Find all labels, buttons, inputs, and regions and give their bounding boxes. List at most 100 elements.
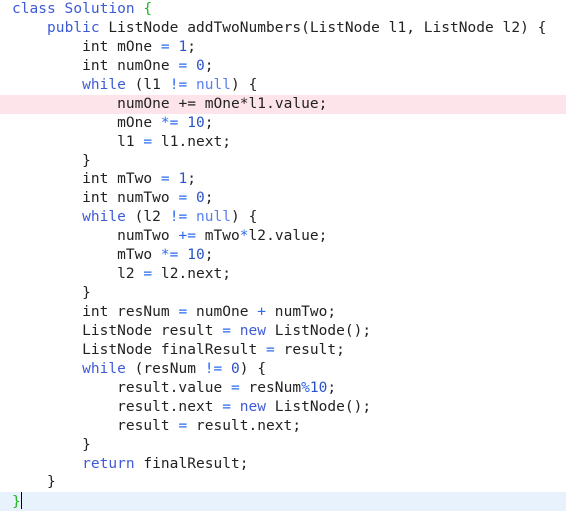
operator-token: = (143, 266, 153, 283)
operator-token: = (160, 171, 170, 188)
code-text-token: ) { (231, 76, 258, 93)
code-line[interactable]: public ListNode addTwoNumbers(ListNode l… (0, 19, 566, 38)
code-text-token: resNum (239, 379, 302, 396)
code-text-token: ; (204, 247, 214, 264)
operator-token: * (239, 228, 249, 245)
number-literal-token: 0 (231, 360, 240, 377)
code-line[interactable]: result.value = resNum%10; (0, 379, 566, 398)
code-line[interactable]: int mOne = 1; (0, 38, 566, 57)
code-text-token: l2.next; (152, 266, 232, 283)
code-line[interactable]: int mTwo = 1; (0, 170, 566, 189)
operator-token: += (178, 95, 196, 112)
code-text-token: ; (327, 379, 337, 396)
operator-token: = (143, 133, 153, 150)
code-text-token: result.value (12, 379, 231, 396)
code-editor[interactable]: class Solution { public ListNode addTwoN… (0, 0, 566, 525)
code-text-token: (resNum (125, 360, 205, 377)
code-line[interactable]: mOne *= 10; (0, 114, 566, 133)
code-text-token: numOne (187, 304, 258, 320)
code-line[interactable]: class Solution { (0, 0, 566, 19)
code-line[interactable]: result = result.next; (0, 417, 566, 436)
code-text-token: (l1 (125, 76, 170, 93)
code-line[interactable]: } (0, 436, 566, 455)
code-text-token: int mTwo (12, 171, 161, 188)
code-text-token: ; (187, 38, 196, 55)
code-line[interactable]: } (0, 473, 566, 492)
code-text-token: mOne (12, 114, 161, 131)
code-line[interactable]: while (resNum != 0) { (0, 360, 566, 379)
null-literal-token: null (196, 209, 232, 226)
code-text-token: ListNode(); (266, 398, 372, 415)
code-text-token: ListNode result (12, 322, 223, 339)
code-line[interactable]: int resNum = numOne + numTwo; (0, 303, 566, 322)
keyword-token: while (82, 76, 126, 93)
code-text-token: ; (204, 57, 214, 74)
code-text-token: mOne (195, 95, 240, 112)
operator-token: != (169, 76, 188, 93)
code-line[interactable]: while (l1 != null) { (0, 76, 566, 95)
operator-token: = (178, 57, 188, 74)
keyword-token: while (82, 360, 126, 377)
code-text-token: l1 (12, 133, 144, 150)
operator-token: + (257, 304, 267, 320)
code-text-token: ListNode addTwoNumbers(ListNode l1, List… (99, 19, 547, 36)
code-text-token: l2 (12, 266, 144, 283)
operator-token: = (178, 417, 188, 434)
code-text-token: numTwo; (266, 304, 337, 320)
code-text-token: ; (187, 171, 196, 188)
number-literal-token: 1 (178, 38, 188, 55)
code-line[interactable]: result.next = new ListNode(); (0, 398, 566, 417)
operator-token: = (178, 190, 188, 207)
code-text-token: result.next; (187, 417, 302, 434)
code-text-token: ) { (231, 209, 258, 226)
code-line[interactable]: int numTwo = 0; (0, 189, 566, 208)
number-literal-token: 0 (195, 57, 205, 74)
code-line[interactable]: l1 = l1.next; (0, 133, 566, 152)
operator-token: % (301, 379, 310, 396)
code-line[interactable]: } (0, 152, 566, 171)
code-line[interactable]: ListNode result = new ListNode(); (0, 322, 566, 341)
code-text-token: l1.value; (248, 95, 328, 112)
code-line[interactable]: return finalResult; (0, 455, 566, 474)
code-line[interactable]: ListNode finalResult = result; (0, 341, 566, 360)
operator-token: = (222, 322, 231, 339)
number-literal-token: 10 (187, 114, 205, 131)
operator-token: = (160, 38, 170, 55)
number-literal-token: 10 (309, 379, 328, 396)
operator-token: *= (160, 114, 179, 131)
code-text-token: } (12, 474, 56, 491)
operator-token: = (178, 304, 188, 320)
code-text-token: l2.value; (248, 228, 328, 245)
matching-brace-token: { (143, 1, 153, 17)
code-text-token: l1.next; (152, 133, 232, 150)
operator-token: != (169, 209, 188, 226)
code-line[interactable]: mTwo *= 10; (0, 246, 566, 265)
code-line[interactable]: int numOne = 0; (0, 57, 566, 76)
code-line[interactable]: } (0, 284, 566, 303)
code-line[interactable]: numTwo += mTwo*l2.value; (0, 227, 566, 246)
number-literal-token: 10 (187, 247, 205, 264)
code-line[interactable]: l2 = l2.next; (0, 265, 566, 284)
code-line-error-highlight[interactable]: numOne += mOne*l1.value; (0, 94, 566, 114)
operator-token: *= (160, 247, 179, 264)
number-literal-token: 1 (178, 171, 188, 188)
operator-token: += (178, 228, 196, 245)
code-text-token: ListNode finalResult (12, 341, 267, 358)
code-line[interactable]: while (l2 != null) { (0, 208, 566, 227)
code-text-token: ; (204, 190, 214, 207)
code-text-token: int resNum (12, 304, 179, 320)
keyword-token: new (239, 322, 267, 339)
code-text-token: result; (274, 341, 345, 358)
keyword-token: public (47, 19, 100, 36)
code-text-token: int numTwo (12, 190, 179, 207)
code-line-current[interactable]: } (0, 492, 566, 512)
